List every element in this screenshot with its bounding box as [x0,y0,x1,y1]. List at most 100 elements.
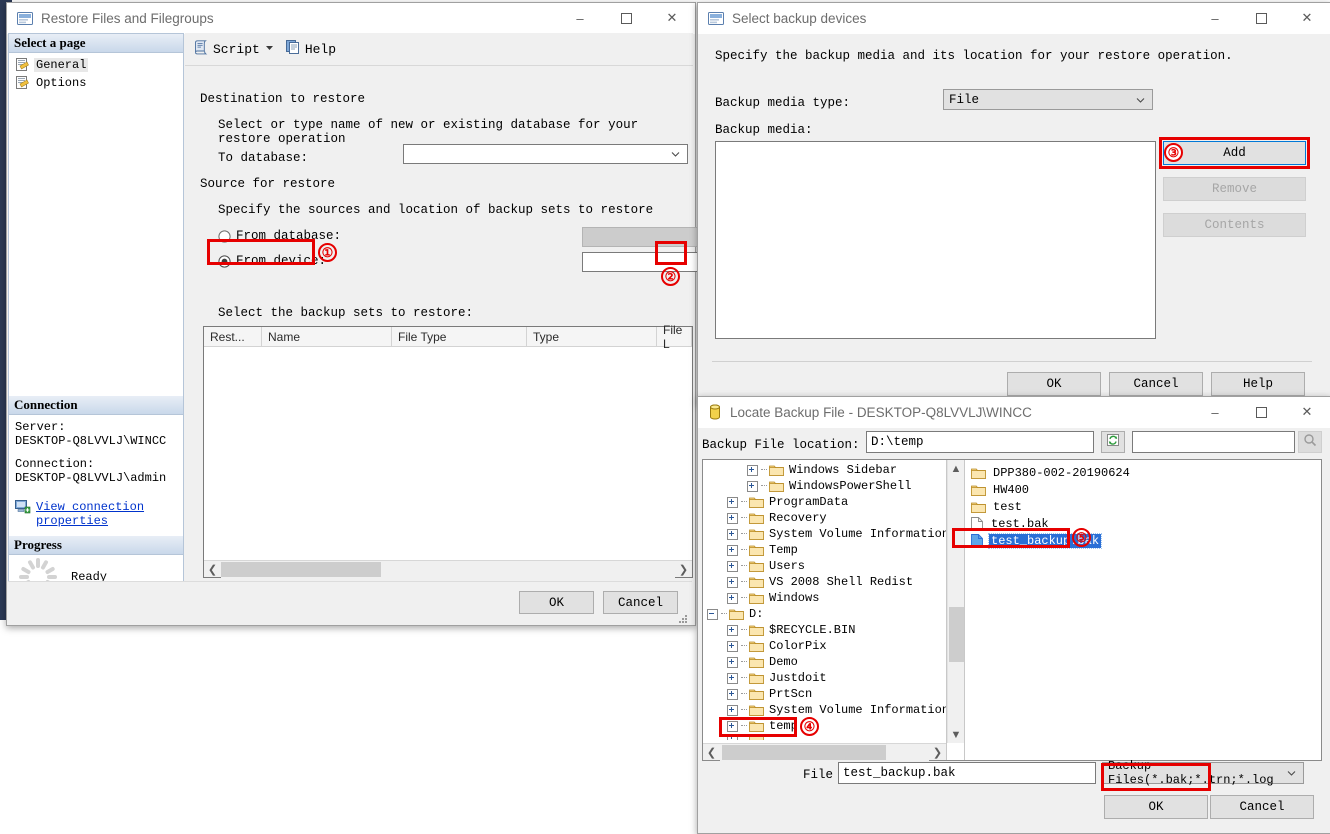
grid-column-type[interactable]: Type [527,327,657,346]
locate-ok-button[interactable]: OK [1104,795,1208,819]
devices-cancel-button[interactable]: Cancel [1109,372,1203,396]
folder-tree[interactable]: Windows Sidebar WindowsPowerShell ProgramD… [703,460,946,743]
view-connection-properties-line2[interactable]: properties [36,514,144,528]
tree-expander-icon[interactable] [727,544,738,556]
file-dpp380-002-20190624[interactable]: DPP380-002-20190624 [971,464,1321,481]
tree-expander-icon[interactable] [747,480,758,492]
tree-expander-icon[interactable] [727,720,738,732]
maximize-button[interactable] [1238,397,1284,427]
grid-column-rest[interactable]: Rest... [204,327,262,346]
scroll-up-icon[interactable]: ▲ [948,460,965,477]
minimize-button[interactable]: – [1192,397,1238,427]
grid-scroll-thumb[interactable] [221,561,381,577]
devices-ok-button[interactable]: OK [1007,372,1101,396]
scroll-down-icon[interactable]: ▼ [948,726,965,743]
tree-item-prtscn[interactable]: PrtScn [703,686,946,702]
tree-item-vs-2008-shell-redist[interactable]: VS 2008 Shell Redist [703,574,946,590]
from-device-radio[interactable]: From device: [218,254,326,268]
view-connection-properties-link[interactable]: View connection properties [9,500,144,528]
file-list-panel[interactable]: DPP380-002-20190624 HW400 test test.bak test… [964,460,1321,760]
file-type-filter-combo[interactable]: Backup Files(*.bak;*.trn;*.log [1102,759,1304,787]
grid-horizontal-scrollbar[interactable]: ❮ ❯ [204,560,692,578]
close-button[interactable]: ✕ [649,3,695,33]
script-dropdown-button[interactable] [264,40,275,58]
minimize-button[interactable]: – [557,3,603,33]
tree-scroll-thumb[interactable] [722,744,886,760]
file-test-backup-bak[interactable]: test_backup.bak [971,532,1321,549]
tree-item-recovery[interactable]: Recovery [703,510,946,526]
search-input[interactable] [1132,431,1295,453]
resize-grip[interactable] [679,611,688,623]
tree-expander-icon[interactable] [727,734,738,740]
tree-expander-icon[interactable] [707,608,718,620]
grid-column-file-l[interactable]: File L [657,323,692,351]
grid-scroll-track[interactable] [221,560,675,578]
scroll-right-icon[interactable]: ❯ [929,744,946,761]
scroll-left-icon[interactable]: ❮ [703,744,720,761]
tree-item-windows[interactable]: Windows [703,590,946,606]
tree-expander-icon[interactable] [727,688,738,700]
search-button[interactable] [1298,431,1322,453]
tree-expander-icon[interactable] [727,656,738,668]
maximize-button[interactable] [603,3,649,33]
grid-column-file-type[interactable]: File Type [392,327,527,346]
view-connection-properties-line1[interactable]: View connection [36,500,144,514]
tree-vscroll-track[interactable] [948,477,965,726]
file-hw400[interactable]: HW400 [971,481,1321,498]
tree-item-users[interactable]: Users [703,558,946,574]
scroll-right-icon[interactable]: ❯ [675,561,692,578]
tree-expander-icon[interactable] [727,640,738,652]
tree-item-justdoit[interactable]: Justdoit [703,670,946,686]
tree-item-programdata[interactable]: ProgramData [703,494,946,510]
locate-cancel-button[interactable]: Cancel [1210,795,1314,819]
from-database-radio[interactable]: From database: [218,229,341,243]
file-test[interactable]: test [971,498,1321,515]
tree-item-system-volume-information[interactable]: System Volume Information [703,702,946,718]
tree-vertical-scrollbar[interactable]: ▲ ▼ [947,460,964,743]
scroll-left-icon[interactable]: ❮ [204,561,221,578]
tree-item-windows-sidebar[interactable]: Windows Sidebar [703,462,946,478]
tree-expander-icon[interactable] [727,528,738,540]
tree-item-system-volume-information[interactable]: System Volume Information [703,526,946,542]
file-name-input[interactable]: test_backup.bak [838,762,1096,784]
tree-vscroll-thumb[interactable] [948,607,964,662]
tree-horizontal-scrollbar[interactable]: ❮ ❯ [703,743,946,761]
tree-scroll-track[interactable] [720,743,929,761]
restore-ok-button[interactable]: OK [519,591,594,614]
file-test-bak[interactable]: test.bak [971,515,1321,532]
tree-item-partial[interactable] [703,734,946,740]
backup-media-type-combo[interactable]: File [943,89,1153,110]
tree-item-temp[interactable]: temp [703,718,946,734]
close-button[interactable]: ✕ [1284,3,1330,33]
tree-expander-icon[interactable] [727,576,738,588]
restore-cancel-button[interactable]: Cancel [603,591,678,614]
tree-expander-icon[interactable] [727,624,738,636]
tree-item-colorpix[interactable]: ColorPix [703,638,946,654]
refresh-button[interactable] [1101,431,1125,453]
help-button[interactable]: Help [285,39,336,60]
tree-expander-icon[interactable] [727,512,738,524]
tree-expander-icon[interactable] [727,704,738,716]
sidebar-item-options[interactable]: Options [9,74,183,92]
backup-media-list[interactable] [715,141,1156,339]
tree-expander-icon[interactable] [747,464,758,476]
tree-expander-icon[interactable] [727,560,738,572]
maximize-button[interactable] [1238,3,1284,33]
close-button[interactable]: ✕ [1284,397,1330,427]
script-button[interactable]: Script [193,39,260,60]
devices-help-button[interactable]: Help [1211,372,1305,396]
tree-item-temp[interactable]: Temp [703,542,946,558]
tree-expander-icon[interactable] [727,592,738,604]
tree-item-recycle-bin[interactable]: $RECYCLE.BIN [703,622,946,638]
tree-expander-icon[interactable] [727,672,738,684]
grid-column-name[interactable]: Name [262,327,392,346]
tree-item-d[interactable]: D: [703,606,946,622]
add-button[interactable]: Add [1163,141,1306,165]
sidebar-item-general[interactable]: General [9,56,183,74]
tree-expander-icon[interactable] [727,496,738,508]
to-database-combo[interactable] [403,144,688,164]
tree-item-windowspowershell[interactable]: WindowsPowerShell [703,478,946,494]
backup-sets-grid[interactable]: Rest... Name File Type Type File L ❮ ❯ [203,323,693,578]
minimize-button[interactable]: – [1192,3,1238,33]
tree-item-demo[interactable]: Demo [703,654,946,670]
